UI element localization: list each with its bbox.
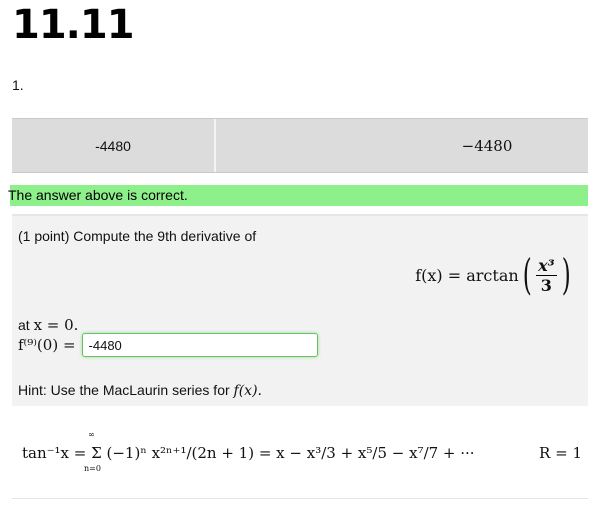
function-display: f(x) = arctan ( x³ 3 ) xyxy=(415,254,574,296)
at-text: at xyxy=(18,317,30,333)
correct-feedback-bar: The answer above is correct. xyxy=(8,185,588,206)
right-paren: ) xyxy=(561,250,571,299)
fraction-denominator: 3 xyxy=(540,275,552,295)
radius-of-convergence: R = 1 xyxy=(539,444,582,462)
function-lhs: f(x) = arctan xyxy=(415,265,519,285)
problem-number: 1. xyxy=(12,77,24,93)
entered-answer-cell: -4480 xyxy=(95,137,131,154)
series-formula: tan⁻¹x = Σ (−1)ⁿ x²ⁿ⁺¹/(2n + 1) = x − x³… xyxy=(22,444,475,462)
problem-prompt: (1 point) Compute the 9th derivative of xyxy=(18,228,257,244)
at-line: at x = 0. xyxy=(18,316,78,334)
maclaurin-series: tan⁻¹x = Σ (−1)ⁿ x²ⁿ⁺¹/(2n + 1) = x − x³… xyxy=(22,424,582,480)
derivative-answer-row: f⁽⁹⁾(0) = xyxy=(18,333,318,357)
at-math: x = 0. xyxy=(33,316,79,334)
sum-lower-limit: n=0 xyxy=(84,464,101,473)
left-paren: ( xyxy=(522,250,532,299)
page-title: 11.11 xyxy=(12,2,135,48)
answer-preview-cell: −4480 xyxy=(214,119,588,172)
hint-line: Hint: Use the MacLaurin series for f(x). xyxy=(18,382,262,399)
problem-box: (1 point) Compute the 9th derivative of … xyxy=(12,214,588,406)
answer-input[interactable] xyxy=(81,333,318,357)
derivative-label: f⁽⁹⁾(0) = xyxy=(18,336,76,354)
sum-upper-limit: ∞ xyxy=(88,430,95,439)
function-fraction: x³ 3 xyxy=(536,256,557,295)
divider xyxy=(12,498,588,499)
hint-text: Hint: Use the MacLaurin series for xyxy=(18,382,230,398)
fraction-numerator: x³ xyxy=(536,255,557,276)
hint-math: f(x). xyxy=(233,383,262,399)
answer-results-table: -4480 −4480 xyxy=(12,118,588,173)
